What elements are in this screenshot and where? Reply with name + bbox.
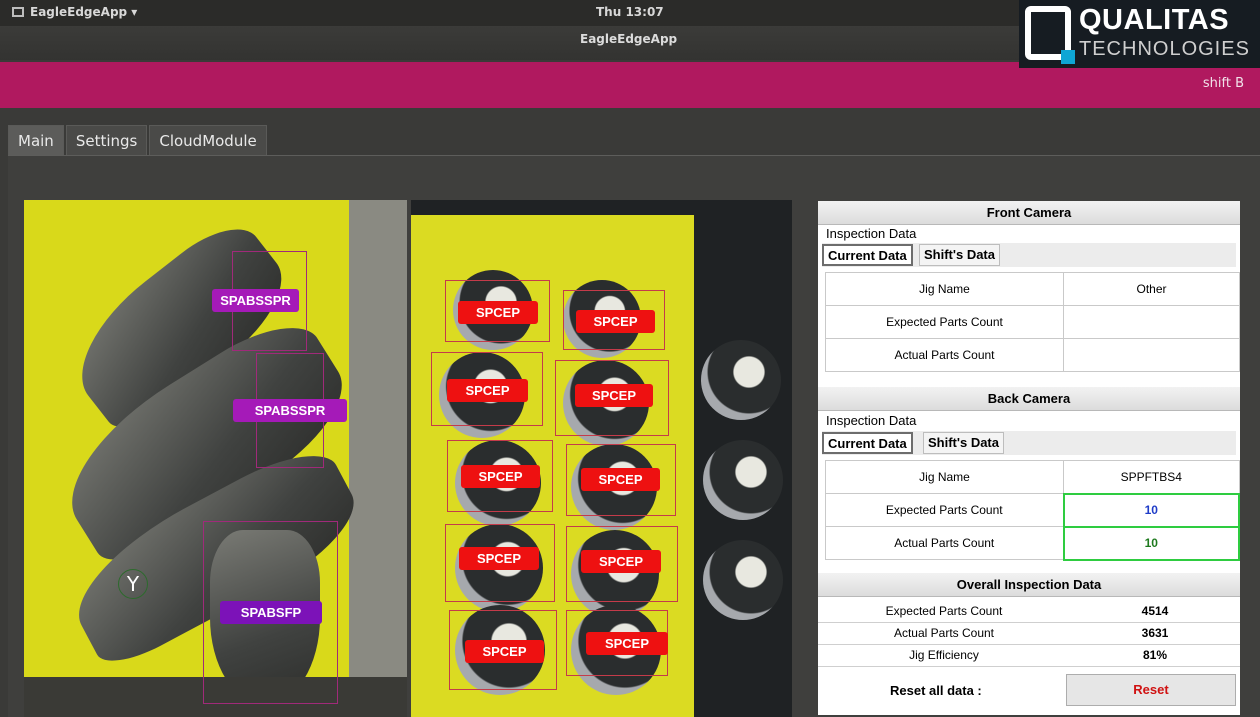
tab-settings[interactable]: Settings — [65, 125, 148, 155]
back-camera-feed: SPCEP SPCEP SPCEP SPCEP SPCEP SPCEP SPCE… — [411, 200, 792, 717]
detection-label: SPCEP — [461, 465, 540, 488]
app-icon — [12, 7, 24, 17]
app-menu[interactable]: EagleEdgeApp ▾ — [12, 5, 137, 19]
overall-table: Expected Parts Count 4514 Actual Parts C… — [818, 600, 1240, 667]
detection-label: SPCEP — [586, 632, 668, 655]
front-camera-feed: SPABSSPR SPABSSPR SPABSFP Y — [24, 200, 407, 717]
row-value: SPPFTBS4 — [1063, 460, 1240, 494]
table-row: Actual Parts Count — [825, 338, 1240, 372]
row-key: Expected Parts Count — [818, 600, 1070, 623]
table-row: Expected Parts Count — [825, 305, 1240, 339]
part-image — [701, 340, 781, 420]
row-value — [1063, 338, 1240, 372]
tab-main[interactable]: Main — [8, 125, 64, 155]
row-value — [1063, 305, 1240, 339]
detection-label: SPCEP — [458, 301, 538, 324]
actual-count-value: 10 — [1062, 525, 1240, 561]
row-key: Actual Parts Count — [818, 622, 1070, 645]
reset-button[interactable]: Reset — [1066, 674, 1236, 706]
detection-label: SPABSSPR — [212, 289, 299, 312]
table-row: Actual Parts Count 10 — [825, 525, 1240, 561]
detection-label: SPCEP — [581, 468, 660, 491]
detection-label: SPCEP — [581, 550, 661, 573]
front-tab-current-data[interactable]: Current Data — [822, 244, 913, 266]
detection-label: SPCEP — [575, 384, 653, 407]
shift-label: shift B — [1202, 76, 1244, 91]
expected-count-value: 10 — [1062, 492, 1240, 528]
detection-label: SPCEP — [576, 310, 655, 333]
back-data-table: Jig Name SPPFTBS4 Expected Parts Count 1… — [825, 460, 1240, 561]
detection-label: SPCEP — [447, 379, 528, 402]
back-camera-header: Back Camera — [818, 387, 1240, 411]
row-key: Actual Parts Count — [825, 526, 1064, 560]
front-inspection-label: Inspection Data — [826, 226, 917, 241]
overall-header: Overall Inspection Data — [818, 573, 1240, 597]
front-tab-shift-data[interactable]: Shift's Data — [919, 244, 1000, 266]
front-camera-header: Front Camera — [818, 201, 1240, 225]
app-screen: EagleEdgeApp ▾ Thu 13:07 EagleEdgeApp sh… — [0, 0, 1260, 717]
row-key: Expected Parts Count — [825, 493, 1064, 527]
table-row: Jig Efficiency 81% — [818, 644, 1240, 667]
part-image — [703, 540, 783, 620]
row-key: Jig Name — [825, 460, 1064, 494]
table-row: Expected Parts Count 4514 — [818, 600, 1240, 623]
row-key: Jig Efficiency — [818, 644, 1070, 667]
detection-label: SPABSFP — [220, 601, 322, 624]
clock: Thu 13:07 — [596, 5, 664, 19]
detection-label: SPCEP — [459, 547, 539, 570]
row-key: Expected Parts Count — [825, 305, 1064, 339]
logo-sub-text: TECHNOLOGIES — [1079, 38, 1250, 60]
back-inspection-label: Inspection Data — [826, 413, 917, 428]
row-key: Actual Parts Count — [825, 338, 1064, 372]
reset-row: Reset all data : Reset — [818, 669, 1240, 713]
table-row: Jig Name SPPFTBS4 — [825, 460, 1240, 494]
inspection-panel: Front Camera Inspection Data Current Dat… — [818, 201, 1240, 715]
front-data-table: Jig Name Other Expected Parts Count Actu… — [825, 272, 1240, 372]
detection-label: SPABSSPR — [233, 399, 347, 422]
reset-label: Reset all data : — [890, 683, 982, 698]
app-menu-label: EagleEdgeApp ▾ — [30, 5, 138, 19]
detection-label: SPCEP — [465, 640, 544, 663]
logo-main-text: QUALITAS — [1079, 4, 1230, 36]
table-row: Actual Parts Count 3631 — [818, 622, 1240, 645]
tab-cloudmodule[interactable]: CloudModule — [149, 125, 267, 155]
back-tab-current-data[interactable]: Current Data — [822, 432, 913, 454]
company-logo: QUALITAS TECHNOLOGIES — [1019, 0, 1260, 68]
row-value: Other — [1063, 272, 1240, 306]
table-row: Jig Name Other — [825, 272, 1240, 306]
row-value: 81% — [1070, 644, 1240, 667]
logo-mark — [1025, 6, 1075, 64]
back-tab-shift-data[interactable]: Shift's Data — [923, 432, 1004, 454]
table-row: Expected Parts Count 10 — [825, 492, 1240, 528]
axis-badge: Y — [118, 569, 148, 599]
row-value: 3631 — [1070, 622, 1240, 645]
main-tabs: Main Settings CloudModule — [8, 125, 267, 155]
part-image — [703, 440, 783, 520]
brand-bar: shift B — [0, 62, 1260, 108]
window-title: EagleEdgeApp — [580, 32, 678, 46]
row-value: 4514 — [1070, 600, 1240, 623]
row-key: Jig Name — [825, 272, 1064, 306]
